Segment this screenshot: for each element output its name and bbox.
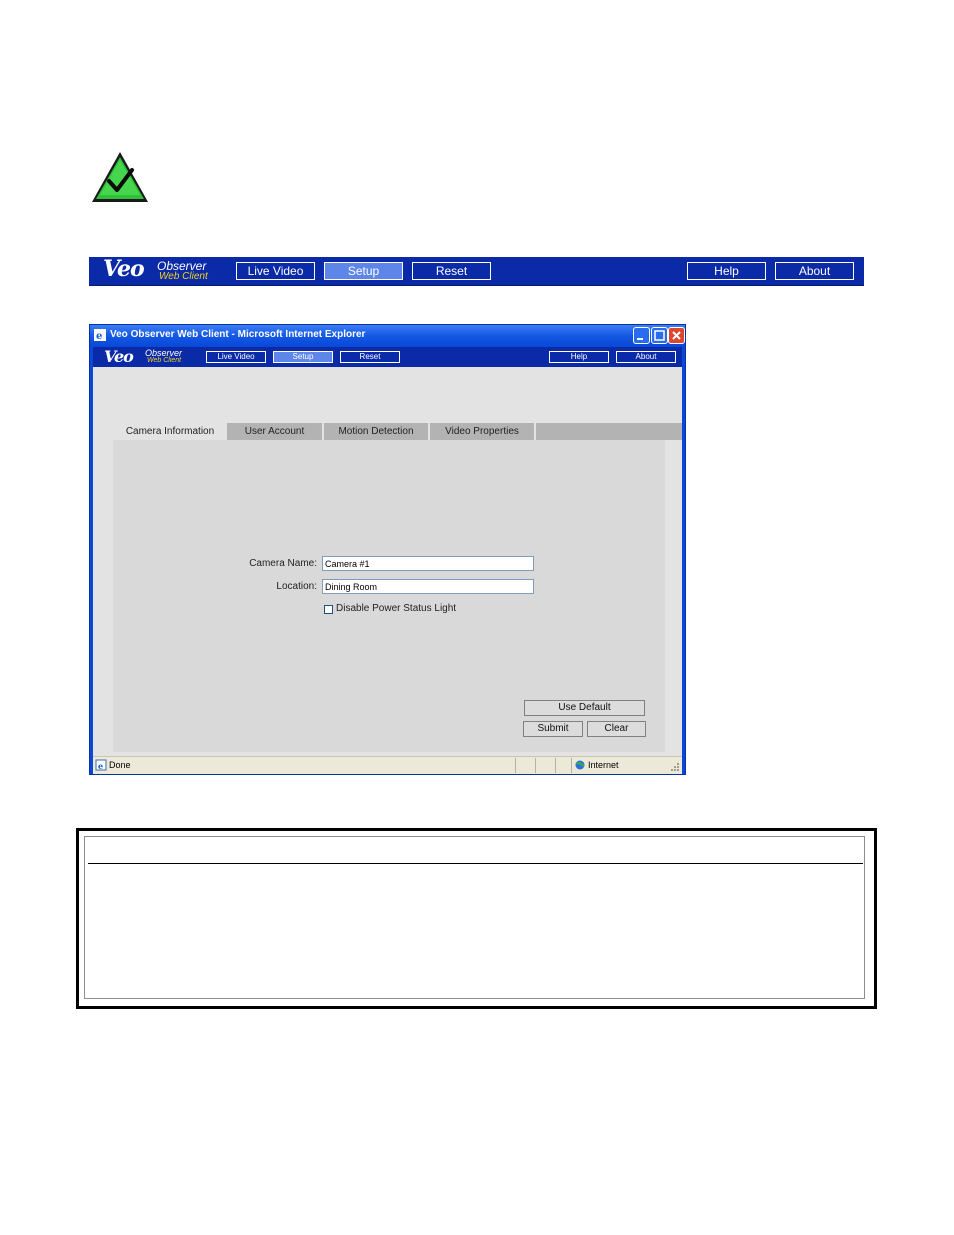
main-toolbar: Veo Observer Web Client Live Video Setup… [89,256,864,286]
tab-camera-information[interactable]: Camera Information [113,423,227,440]
logo-web-client-text-small: Web Client [147,357,182,364]
veo-logo-small: Veo [104,347,134,366]
status-text: Done [109,760,131,770]
tab-strip-fill [536,423,682,440]
status-bar: e Done Internet [93,756,682,774]
page-done-icon: e [95,759,107,771]
status-divider [535,758,536,773]
location-label: Location: [276,581,317,592]
tab-motion-detection[interactable]: Motion Detection [324,423,430,440]
clear-button[interactable]: Clear [587,721,646,737]
maximize-icon [654,330,665,341]
ie-icon: e [94,329,106,341]
status-divider [555,758,556,773]
note-box-inner [84,836,865,999]
help-button[interactable]: Help [687,262,766,280]
note-header-rule [88,863,863,864]
inner-toolbar: Veo Observer Web Client Live Video Setup… [93,347,682,367]
scroll-gutter [665,440,682,756]
browser-content: Veo Observer Web Client Live Video Setup… [93,347,682,756]
zone-text: Internet [588,760,619,770]
veo-logo: Veo [103,256,145,282]
inner-reset-button[interactable]: Reset [340,351,400,363]
camera-name-input[interactable] [322,556,534,571]
location-input[interactable] [322,579,534,594]
inner-help-button[interactable]: Help [549,351,609,363]
use-default-button[interactable]: Use Default [524,700,645,716]
disable-power-light-label: Disable Power Status Light [336,603,457,614]
minimize-button[interactable] [633,327,650,344]
disable-power-light-checkbox[interactable] [324,605,333,614]
window-title: Veo Observer Web Client - Microsoft Inte… [110,329,366,340]
maximize-button[interactable] [651,327,668,344]
about-button[interactable]: About [775,262,854,280]
logo-web-client-text: Web Client [159,271,208,282]
check-icon [92,152,148,202]
resize-grip-icon[interactable] [670,762,680,772]
camera-name-label: Camera Name: [249,558,317,569]
camera-information-panel: Camera Name: Location: Disable Power Sta… [113,440,665,752]
window-titlebar[interactable]: e Veo Observer Web Client - Microsoft In… [90,325,685,347]
tab-video-properties[interactable]: Video Properties [430,423,536,440]
browser-window: e Veo Observer Web Client - Microsoft In… [89,324,686,775]
tab-user-account[interactable]: User Account [227,423,324,440]
svg-text:e: e [96,331,102,341]
submit-button[interactable]: Submit [523,721,583,737]
note-box [76,828,877,1009]
svg-text:e: e [98,761,103,771]
close-button[interactable] [668,327,685,344]
inner-live-video-button[interactable]: Live Video [206,351,266,363]
minimize-icon [637,338,643,340]
inner-setup-button[interactable]: Setup [273,351,333,363]
setup-button[interactable]: Setup [324,262,403,280]
status-divider [515,758,516,773]
reset-button[interactable]: Reset [412,262,491,280]
inner-about-button[interactable]: About [616,351,676,363]
close-icon [672,331,681,340]
live-video-button[interactable]: Live Video [236,262,315,280]
status-divider [571,758,572,773]
globe-icon [575,760,585,770]
